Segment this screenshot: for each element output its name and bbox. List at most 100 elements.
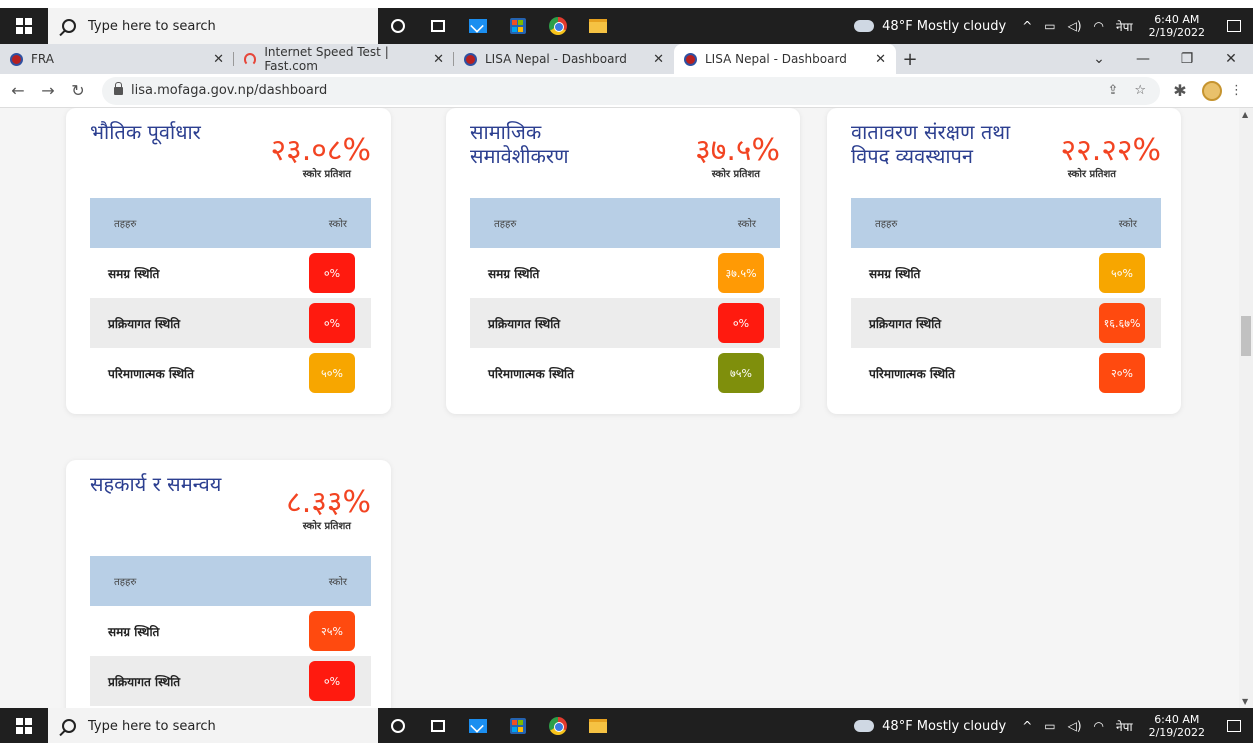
file-explorer-app[interactable]: [578, 708, 618, 743]
close-tab-icon[interactable]: ✕: [213, 52, 224, 67]
extensions-icon[interactable]: ✱: [1168, 81, 1192, 100]
weather-icon: [851, 714, 875, 732]
taskbar-search-placeholder: Type here to search: [88, 18, 216, 34]
card-title: वातावरण संरक्षण तथा विपद व्यवस्थापन: [851, 120, 1011, 168]
tab-fast[interactable]: Internet Speed Test | Fast.com ✕: [234, 44, 454, 74]
volume-icon[interactable]: ◁): [1068, 719, 1082, 733]
mail-app[interactable]: [458, 8, 498, 44]
scrollbar-thumb[interactable]: [1241, 316, 1251, 356]
menu-dots-icon[interactable]: ⋮: [1230, 83, 1243, 98]
language-indicator[interactable]: नेपा: [1116, 18, 1133, 35]
store-icon: [510, 718, 526, 734]
clock[interactable]: 6:40 AM 2/19/2022: [1149, 713, 1205, 739]
weather-text[interactable]: 48°F Mostly cloudy: [882, 719, 1006, 734]
cortana-button[interactable]: [378, 8, 418, 44]
task-view-icon: [431, 720, 445, 732]
card-percent: २३.०८%: [270, 133, 371, 168]
tab-search-icon[interactable]: ⌄: [1077, 51, 1121, 67]
weather-text[interactable]: 48°F Mostly cloudy: [882, 19, 1006, 34]
task-view-button[interactable]: [418, 8, 458, 44]
scroll-up-icon[interactable]: ▲: [1242, 110, 1248, 119]
tab-fra[interactable]: FRA ✕: [0, 44, 234, 74]
close-tab-icon[interactable]: ✕: [653, 52, 664, 67]
cortana-button[interactable]: [378, 708, 418, 743]
reload-button[interactable]: ↻: [66, 81, 90, 100]
close-window-button[interactable]: ✕: [1209, 51, 1253, 67]
chrome-app[interactable]: [538, 8, 578, 44]
table-header: तहहरु स्कोर: [470, 198, 780, 248]
taskbar-search[interactable]: Type here to search: [48, 708, 378, 743]
mail-app[interactable]: [458, 708, 498, 743]
clock-date: 2/19/2022: [1148, 726, 1205, 739]
row-label: प्रक्रियागत स्थिति: [869, 316, 942, 331]
table-row: प्रक्रियागत स्थिति ०%: [90, 656, 371, 706]
task-view-button[interactable]: [418, 708, 458, 743]
card-title: भौतिक पूर्वाधार: [90, 120, 201, 144]
score-table: तहहरु स्कोर समग्र स्थिति ३७.५% प्रक्रिया…: [470, 198, 780, 398]
share-icon[interactable]: ⇪: [1107, 83, 1118, 98]
tab-label: FRA: [31, 52, 54, 66]
profile-avatar[interactable]: [1202, 80, 1222, 101]
url-field[interactable]: lisa.mofaga.gov.np/dashboard ⇪ ☆: [102, 76, 1160, 105]
tab-lisa-1[interactable]: LISA Nepal - Dashboard ✕: [454, 44, 674, 74]
col-score-header: स्कोर: [328, 577, 347, 588]
row-label: समग्र स्थिति: [488, 266, 540, 281]
card-title: सहकार्य र समन्वय: [90, 472, 222, 496]
back-button[interactable]: ←: [6, 81, 30, 100]
minimize-button[interactable]: —: [1121, 51, 1165, 67]
cortana-icon: [391, 719, 405, 733]
row-label: परिमाणात्मक स्थिति: [108, 366, 194, 381]
start-button[interactable]: [0, 8, 48, 44]
clock[interactable]: 6:40 AM 2/19/2022: [1149, 13, 1205, 39]
tab-label: LISA Nepal - Dashboard: [705, 52, 847, 66]
start-button[interactable]: [0, 708, 48, 743]
store-app[interactable]: [498, 8, 538, 44]
wifi-icon[interactable]: ◠: [1094, 19, 1104, 33]
notification-icon[interactable]: [1227, 20, 1241, 32]
wifi-icon[interactable]: ◠: [1094, 719, 1104, 733]
tray-chevron-icon[interactable]: ^: [1022, 719, 1032, 733]
lock-icon: [114, 81, 123, 95]
table-row: परिमाणात्मक स्थिति ७५%: [470, 348, 780, 398]
network-icon[interactable]: ▭: [1044, 719, 1055, 733]
folder-icon: [589, 719, 607, 733]
clock-time: 6:40 AM: [1154, 713, 1200, 726]
col-indicator-header: तहहरु: [875, 219, 898, 230]
table-row: प्रक्रियागत स्थिति ०%: [470, 298, 780, 348]
network-icon[interactable]: ▭: [1044, 19, 1055, 33]
task-view-icon: [431, 20, 445, 32]
score-percent-label: स्कोर प्रतिशत: [302, 521, 351, 532]
chrome-app[interactable]: [538, 708, 578, 743]
taskbar-search[interactable]: Type here to search: [48, 8, 378, 44]
row-label: प्रक्रियागत स्थिति: [108, 316, 181, 331]
cortana-icon: [391, 19, 405, 33]
file-explorer-app[interactable]: [578, 8, 618, 44]
scroll-down-icon[interactable]: ▼: [1242, 697, 1248, 706]
volume-icon[interactable]: ◁): [1068, 19, 1082, 33]
col-score-header: स्कोर: [328, 219, 347, 230]
page-scrollbar[interactable]: ▲ ▼: [1239, 108, 1253, 708]
search-icon: [62, 19, 76, 33]
bookmark-star-icon[interactable]: ☆: [1134, 83, 1146, 98]
close-tab-icon[interactable]: ✕: [433, 52, 444, 67]
new-tab-button[interactable]: +: [896, 44, 924, 74]
table-row: परिमाणात्मक स्थिति ५०%: [90, 348, 371, 398]
store-app[interactable]: [498, 708, 538, 743]
taskbar-search-placeholder: Type here to search: [88, 718, 216, 734]
row-label: समग्र स्थिति: [108, 624, 160, 639]
row-label: परिमाणात्मक स्थिति: [488, 366, 574, 381]
restore-button[interactable]: ❐: [1165, 51, 1209, 67]
tray-chevron-icon[interactable]: ^: [1022, 19, 1032, 33]
forward-button[interactable]: →: [36, 81, 60, 100]
card-percent: ८.३३%: [286, 485, 371, 520]
language-indicator[interactable]: नेपा: [1116, 718, 1133, 735]
close-tab-icon[interactable]: ✕: [875, 52, 886, 67]
score-badge: ५०%: [1099, 253, 1145, 293]
tab-label: Internet Speed Test | Fast.com: [264, 45, 389, 73]
score-card: सहकार्य र समन्वय ८.३३% स्कोर प्रतिशत तहह…: [66, 460, 391, 708]
score-badge: ३७.५%: [718, 253, 764, 293]
row-label: समग्र स्थिति: [108, 266, 160, 281]
notification-icon[interactable]: [1227, 720, 1241, 732]
table-header: तहहरु स्कोर: [90, 198, 371, 248]
tab-lisa-active[interactable]: LISA Nepal - Dashboard ✕: [674, 44, 896, 74]
